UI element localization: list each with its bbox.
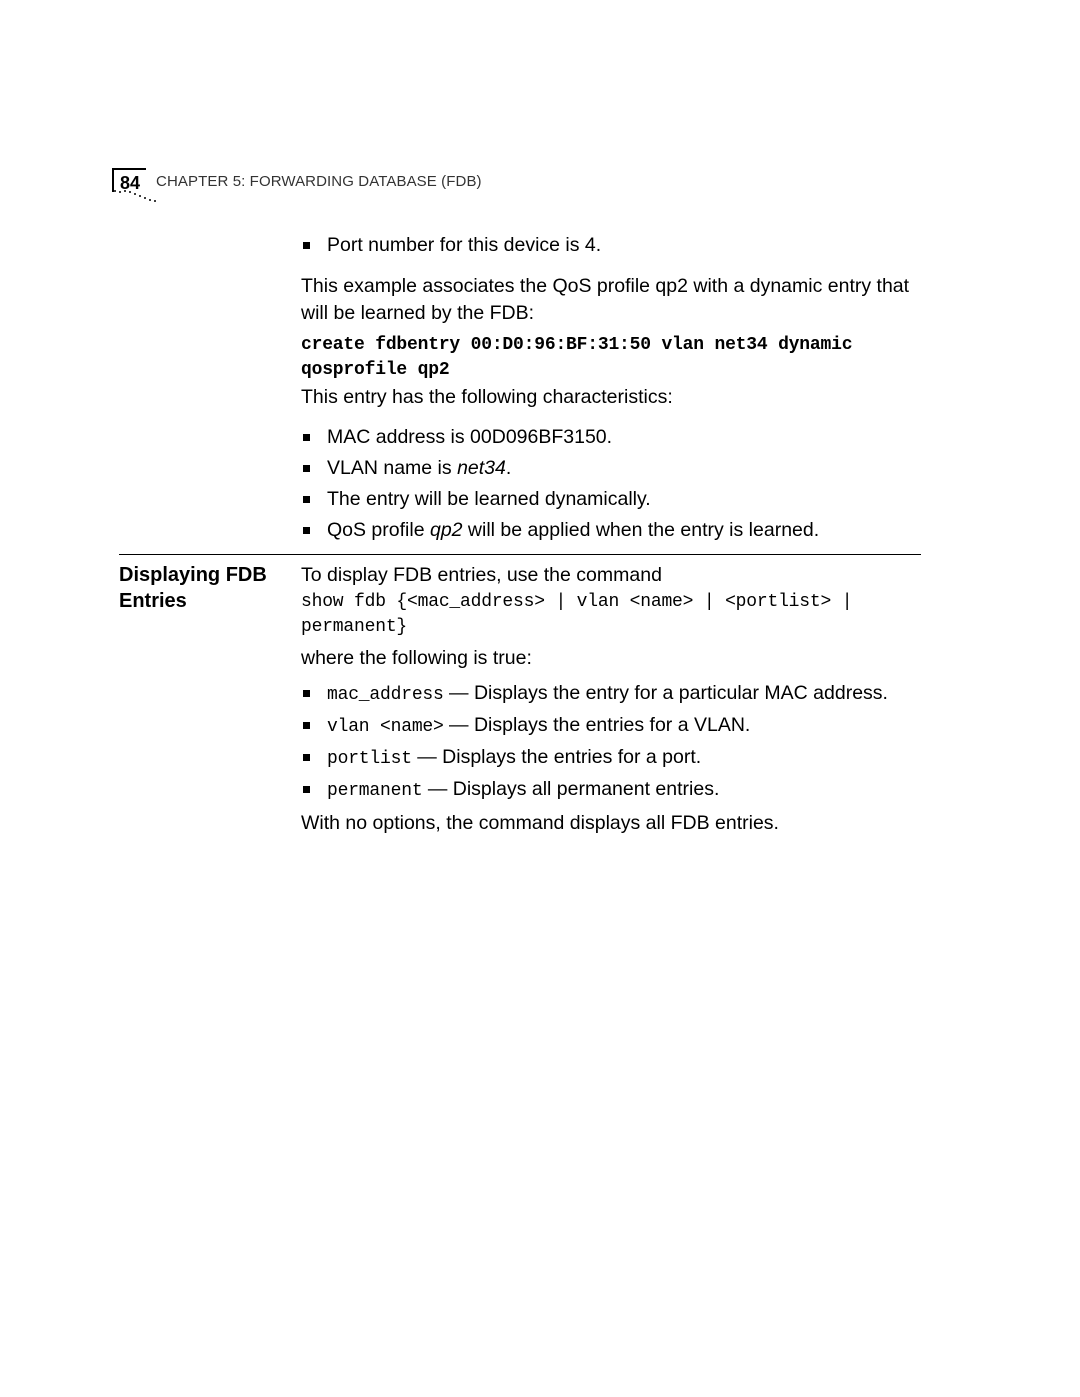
chapter-title: CHAPTER 5: FORWARDING DATABASE (FDB) <box>156 173 482 190</box>
title-word2-tail: ATABASE <box>369 173 437 190</box>
list-item-text: The entry will be learned dynamically. <box>327 488 651 510</box>
body-paragraph: With no options, the command displays al… <box>301 810 921 837</box>
list-item: permanent — Displays all permanent entri… <box>301 776 921 804</box>
option-desc: — Displays the entries for a port. <box>412 746 701 768</box>
list-item-text-em: net34 <box>457 457 506 479</box>
list-item-text-a: VLAN name is <box>327 457 457 479</box>
section-divider <box>119 554 921 555</box>
page: 84 CHAPTER 5: FORWARDING DATABASE (FDB) … <box>0 0 1080 1397</box>
list-item: Port number for this device is 4. <box>301 232 921 259</box>
page-number: 84 <box>112 168 146 192</box>
section-heading-l1: Displaying FDB <box>119 564 267 586</box>
list-item: The entry will be learned dynamically. <box>301 486 921 513</box>
list-item-text: MAC address is 00D096BF3150. <box>327 426 612 448</box>
command-example: create fdbentry 00:D0:96:BF:31:50 vlan n… <box>301 333 921 383</box>
option-code: vlan <name> <box>327 717 444 737</box>
body-paragraph: This entry has the following characteris… <box>301 384 921 411</box>
option-desc: — Displays all permanent entries. <box>422 778 719 800</box>
title-paren: (FDB) <box>437 173 482 190</box>
section-heading: Displaying FDB Entries <box>119 562 289 614</box>
chapter-num: 5: <box>228 173 249 190</box>
list-item-text-a: QoS profile <box>327 519 430 541</box>
body-paragraph: This example associates the QoS profile … <box>301 273 921 327</box>
body-paragraph: where the following is true: <box>301 645 921 672</box>
running-header: 84 CHAPTER 5: FORWARDING DATABASE (FDB) <box>112 168 482 192</box>
list-item-text-c: will be applied when the entry is learne… <box>463 519 820 541</box>
title-word1-tail: ORWARDING <box>259 173 354 190</box>
list-item-text-c: . <box>506 457 511 479</box>
header-dots-icon <box>112 190 172 215</box>
list-item: portlist — Displays the entries for a po… <box>301 744 921 772</box>
option-desc: — Displays the entries for a VLAN. <box>444 714 751 736</box>
chapter-word-tail: HAPTER <box>167 173 228 190</box>
list-item: MAC address is 00D096BF3150. <box>301 424 921 451</box>
list-item-text: Port number for this device is 4. <box>327 234 601 256</box>
options-list: mac_address — Displays the entry for a p… <box>301 680 921 808</box>
option-desc: — Displays the entry for a particular MA… <box>444 682 888 704</box>
command-syntax: show fdb {<mac_address> | vlan <name> | … <box>301 590 921 640</box>
prev-list: Port number for this device is 4. <box>301 232 921 263</box>
characteristics-list: MAC address is 00D096BF3150. VLAN name i… <box>301 424 921 548</box>
title-word1-c: F <box>250 173 259 190</box>
list-item: VLAN name is net34. <box>301 455 921 482</box>
list-item: mac_address — Displays the entry for a p… <box>301 680 921 708</box>
option-code: portlist <box>327 749 412 769</box>
option-code: permanent <box>327 781 422 801</box>
option-code: mac_address <box>327 685 444 705</box>
title-word2-c: D <box>354 173 369 190</box>
section-heading-l2: Entries <box>119 590 187 612</box>
chapter-word-c: C <box>156 173 167 190</box>
body-paragraph: To display FDB entries, use the command <box>301 562 921 589</box>
list-item: QoS profile qp2 will be applied when the… <box>301 517 921 544</box>
list-item-text-em: qp2 <box>430 519 463 541</box>
list-item: vlan <name> — Displays the entries for a… <box>301 712 921 740</box>
